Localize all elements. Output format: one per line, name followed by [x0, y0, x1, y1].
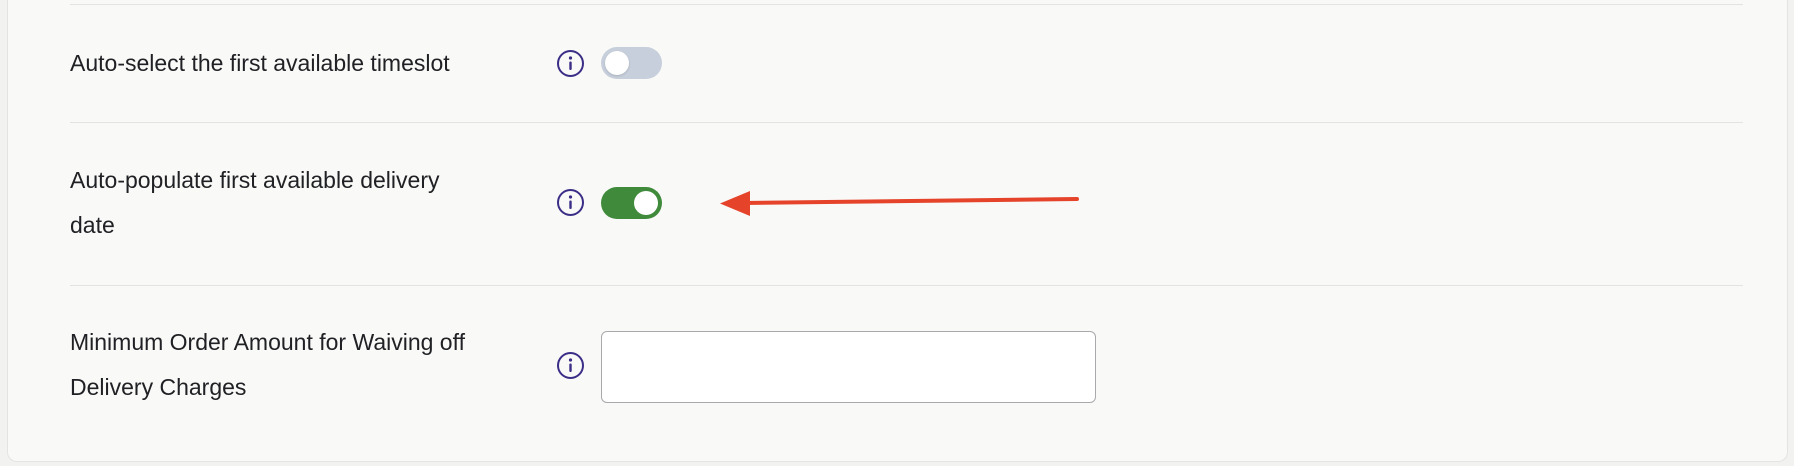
info-icon[interactable]	[556, 188, 585, 217]
setting-label-min-order-line2: Delivery Charges	[70, 374, 247, 400]
divider-row-2	[70, 285, 1743, 286]
settings-panel: Auto-select the first available timeslot…	[7, 0, 1788, 462]
setting-label-min-order-line1: Minimum Order Amount for Waiving off	[70, 329, 465, 355]
toggle-knob	[605, 51, 629, 75]
info-icon[interactable]	[556, 49, 585, 78]
info-icon[interactable]	[556, 351, 585, 380]
setting-label-auto-select-timeslot: Auto-select the first available timeslot	[70, 50, 450, 76]
annotation-arrow-icon	[720, 191, 1079, 216]
min-order-amount-input[interactable]	[601, 331, 1096, 403]
toggle-knob	[634, 191, 658, 215]
setting-label-auto-populate-line2: date	[70, 212, 115, 238]
auto-select-timeslot-toggle[interactable]	[601, 47, 662, 79]
auto-populate-delivery-date-toggle[interactable]	[601, 187, 662, 219]
setting-label-auto-populate-line1: Auto-populate first available delivery	[70, 167, 440, 193]
divider-row-1	[70, 122, 1743, 123]
divider-top	[70, 4, 1743, 5]
